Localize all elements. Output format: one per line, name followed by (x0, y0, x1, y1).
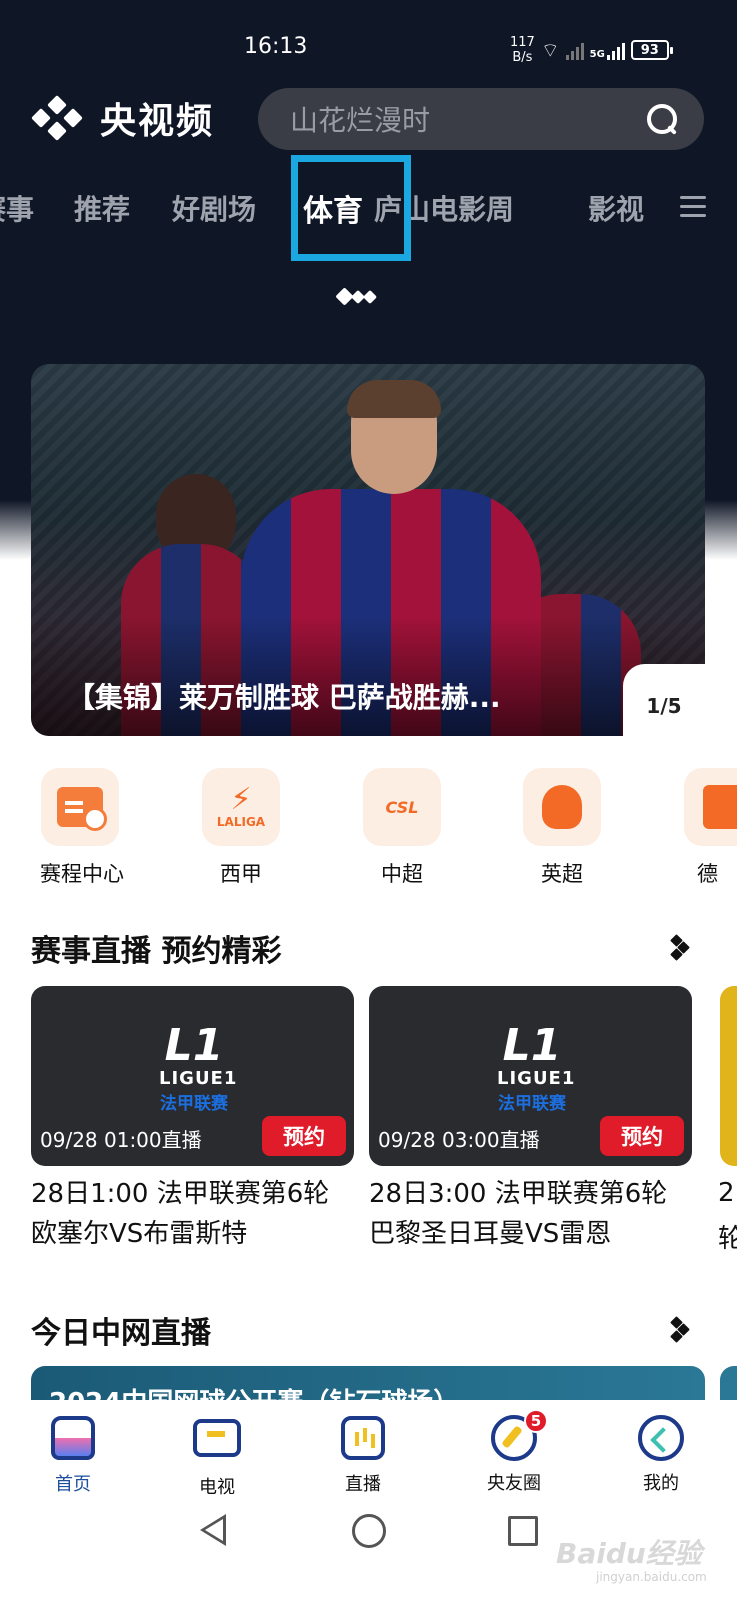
search-icon[interactable] (644, 101, 680, 137)
tab-events[interactable]: 赛事 (0, 188, 34, 228)
category-laliga[interactable]: ⚡ LALIGA 西甲 (201, 768, 281, 888)
reserve-button[interactable]: 预约 (600, 1116, 684, 1156)
network-type: 5G (590, 40, 625, 60)
back-icon[interactable] (200, 1514, 226, 1546)
category-bundesliga[interactable]: 德 (683, 768, 737, 888)
section-title-live: 赛事直播 预约精彩 (31, 934, 282, 969)
bundesliga-logo (703, 785, 737, 829)
more-arrow-icon[interactable] (670, 934, 690, 961)
signal-bars-sim1-icon (565, 40, 584, 60)
status-time: 16:13 (244, 34, 308, 59)
category-schedule[interactable]: 赛程中心 (40, 768, 124, 888)
bottom-navigation: 首页 电视 直播 5 央友圈 我的 (0, 1400, 737, 1500)
home-circle-icon[interactable] (352, 1514, 386, 1548)
menu-icon[interactable] (680, 196, 706, 218)
match-card[interactable]: L1 LIGUE1 法甲联赛 09/28 01:00直播 预约 28日1:00 … (31, 986, 354, 1254)
category-csl[interactable]: CSL 中超 (362, 768, 442, 888)
calendar-icon (57, 787, 107, 831)
nav-home[interactable]: 首页 (33, 1414, 113, 1496)
tab-highlight-box (291, 155, 411, 261)
more-arrow-icon[interactable] (670, 1316, 690, 1343)
search-bar[interactable]: 山花烂漫时 (258, 88, 704, 150)
loading-dots-icon (335, 287, 378, 306)
match-teams: 巴黎圣日耳曼VS雷恩 (369, 1219, 612, 1249)
nav-live[interactable]: 直播 (323, 1414, 403, 1496)
status-bar-indicators: 117 B/s ⌔ 5G 93 (510, 32, 673, 68)
banner-page-indicator: 1/5 (623, 664, 705, 736)
category-premier-league[interactable]: 英超 (522, 768, 602, 888)
signal-bars-sim2-icon (606, 40, 625, 60)
cctv-logo-icon (30, 94, 90, 142)
app-name: 央视频 (100, 101, 215, 142)
recent-apps-icon[interactable] (508, 1516, 538, 1546)
ligue1-logo: L1 LIGUE1 法甲联赛 (497, 1020, 576, 1115)
home-icon (51, 1416, 95, 1460)
section-title-tennis: 今日中网直播 (31, 1316, 211, 1351)
laliga-logo: ⚡ LALIGA (216, 782, 266, 830)
net-speed: 117 B/s (510, 35, 535, 65)
match-title: 28日1:00 法甲联赛第6轮 (31, 1179, 330, 1209)
match-card[interactable]: L1 LIGUE1 法甲联赛 09/28 03:00直播 预约 28日3:00 … (369, 986, 692, 1254)
banner-title: 【集锦】莱万制胜球 巴萨战胜赫... (67, 681, 501, 714)
hero-banner[interactable]: 【集锦】莱万制胜球 巴萨战胜赫... (31, 364, 705, 736)
nav-friends-circle[interactable]: 5 央友圈 (474, 1409, 554, 1495)
ligue1-logo: L1 LIGUE1 法甲联赛 (159, 1020, 238, 1115)
tab-recommend[interactable]: 推荐 (74, 188, 130, 228)
live-icon (341, 1416, 385, 1460)
reserve-button[interactable]: 预约 (262, 1116, 346, 1156)
premier-league-lion-icon (542, 785, 582, 829)
match-title-peek: 2 (718, 1178, 735, 1208)
battery-indicator: 93 (630, 40, 673, 60)
match-thumbnail: L1 LIGUE1 法甲联赛 09/28 03:00直播 预约 (369, 986, 692, 1166)
match-broadcast-time: 09/28 01:00直播 (40, 1128, 202, 1152)
tab-film-tv[interactable]: 影视 (588, 188, 644, 228)
csl-logo: CSL (385, 797, 419, 817)
match-title: 28日3:00 法甲联赛第6轮 (369, 1179, 668, 1209)
match-teams-peek: 轮 (718, 1224, 737, 1254)
watermark: Baidu经验 (556, 1537, 702, 1570)
search-placeholder: 山花烂漫时 (290, 104, 431, 137)
match-broadcast-time: 09/28 03:00直播 (378, 1128, 540, 1152)
profile-icon (638, 1415, 684, 1461)
watermark-url: jingyan.baidu.com (596, 1570, 707, 1584)
tv-icon (193, 1419, 241, 1457)
notification-badge: 5 (524, 1409, 548, 1433)
nav-tv[interactable]: 电视 (177, 1414, 257, 1499)
system-navigation-bar: Baidu经验 jingyan.baidu.com (0, 1500, 737, 1600)
match-thumbnail: L1 LIGUE1 法甲联赛 09/28 01:00直播 预约 (31, 986, 354, 1166)
tab-drama[interactable]: 好剧场 (172, 188, 256, 228)
nav-profile[interactable]: 我的 (621, 1414, 701, 1495)
wifi-icon: ⌔ (540, 37, 560, 62)
match-teams: 欧塞尔VS布雷斯特 (31, 1219, 248, 1249)
match-card-peek[interactable] (720, 986, 737, 1166)
app-logo[interactable]: 央视频 (30, 92, 214, 144)
